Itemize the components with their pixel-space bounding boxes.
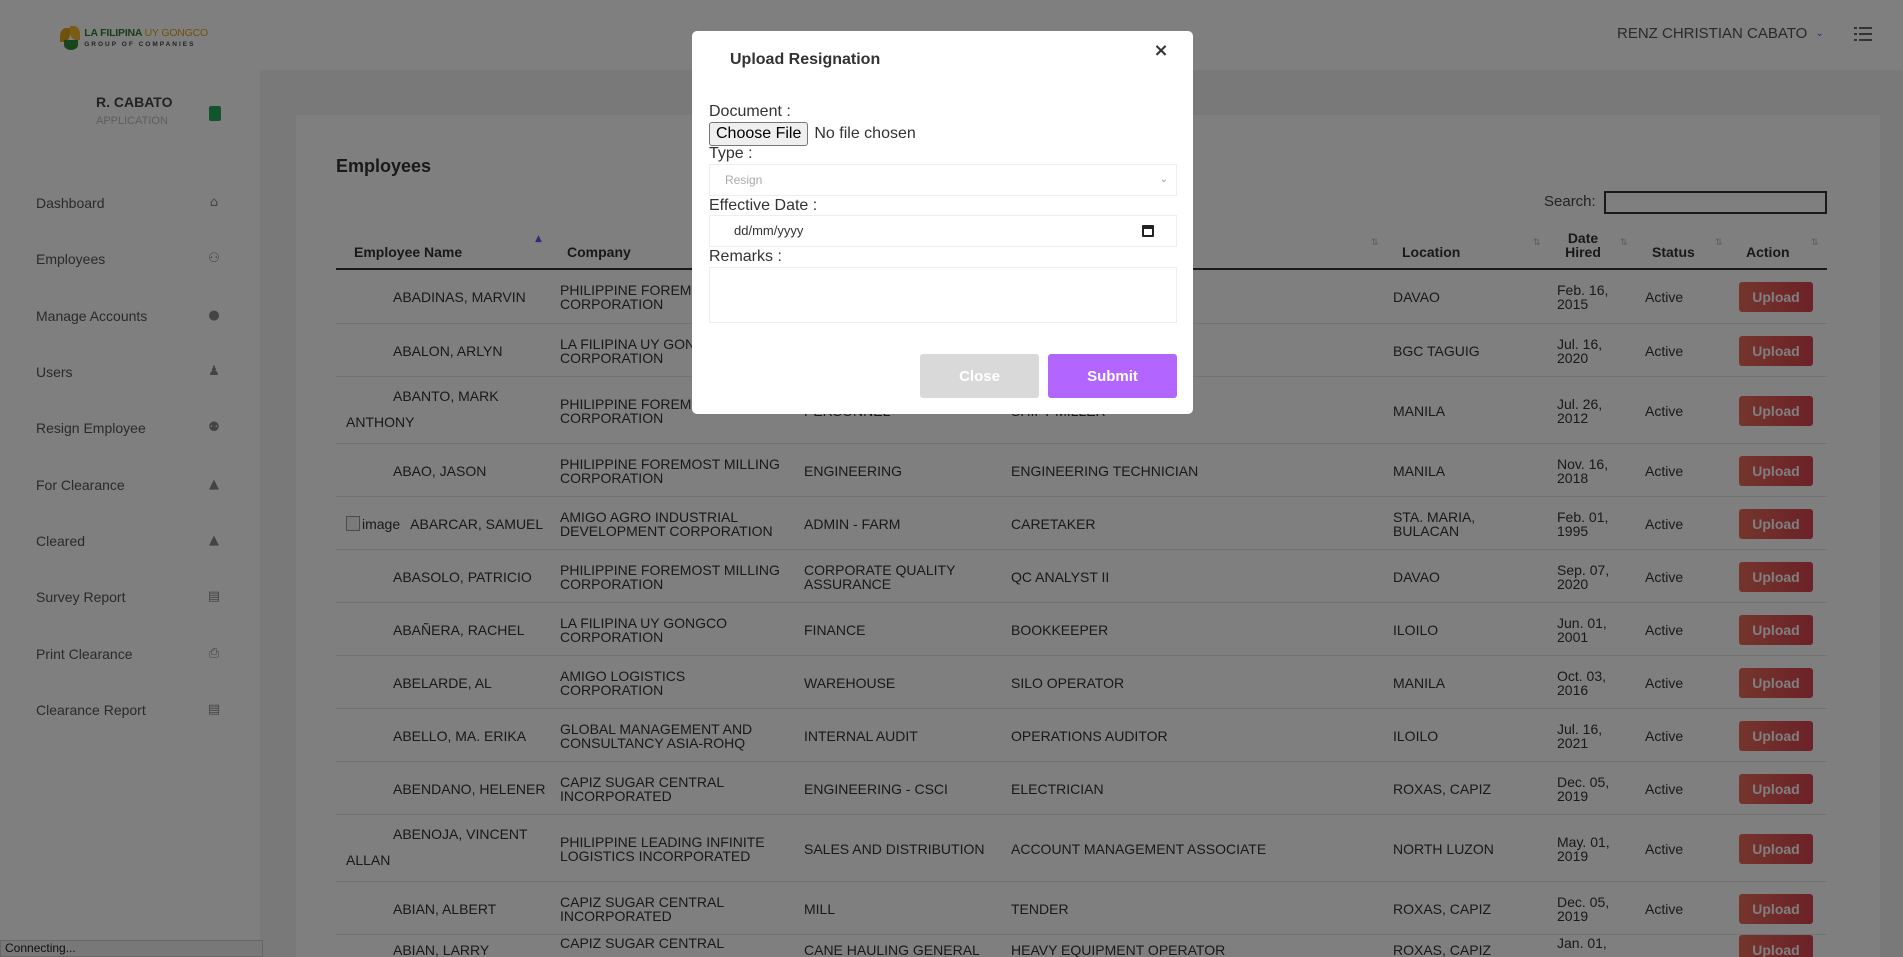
- modal-title: Upload Resignation: [730, 51, 881, 68]
- upload-resignation-modal: Upload Resignation × Document : Choose F…: [692, 31, 1193, 414]
- date-placeholder: dd/mm/yyyy: [734, 223, 804, 238]
- chevron-down-icon: ⌄: [1159, 174, 1168, 185]
- effective-date-input[interactable]: dd/mm/yyyy: [709, 215, 1177, 247]
- close-button[interactable]: Close: [920, 354, 1039, 398]
- file-input: Choose File No file chosen: [709, 122, 916, 146]
- type-select-value: Resign: [725, 173, 763, 187]
- remarks-label: Remarks :: [709, 248, 782, 265]
- type-select[interactable]: Resign ⌄: [709, 164, 1177, 196]
- no-file-text: No file chosen: [814, 125, 916, 142]
- calendar-icon[interactable]: [1142, 225, 1154, 237]
- choose-file-button[interactable]: Choose File: [709, 122, 809, 146]
- effective-date-label: Effective Date :: [709, 197, 818, 214]
- type-label: Type :: [709, 145, 753, 162]
- document-label: Document :: [709, 103, 791, 120]
- submit-button[interactable]: Submit: [1048, 354, 1177, 398]
- remarks-textarea[interactable]: [709, 267, 1177, 323]
- close-icon[interactable]: ×: [1151, 41, 1171, 61]
